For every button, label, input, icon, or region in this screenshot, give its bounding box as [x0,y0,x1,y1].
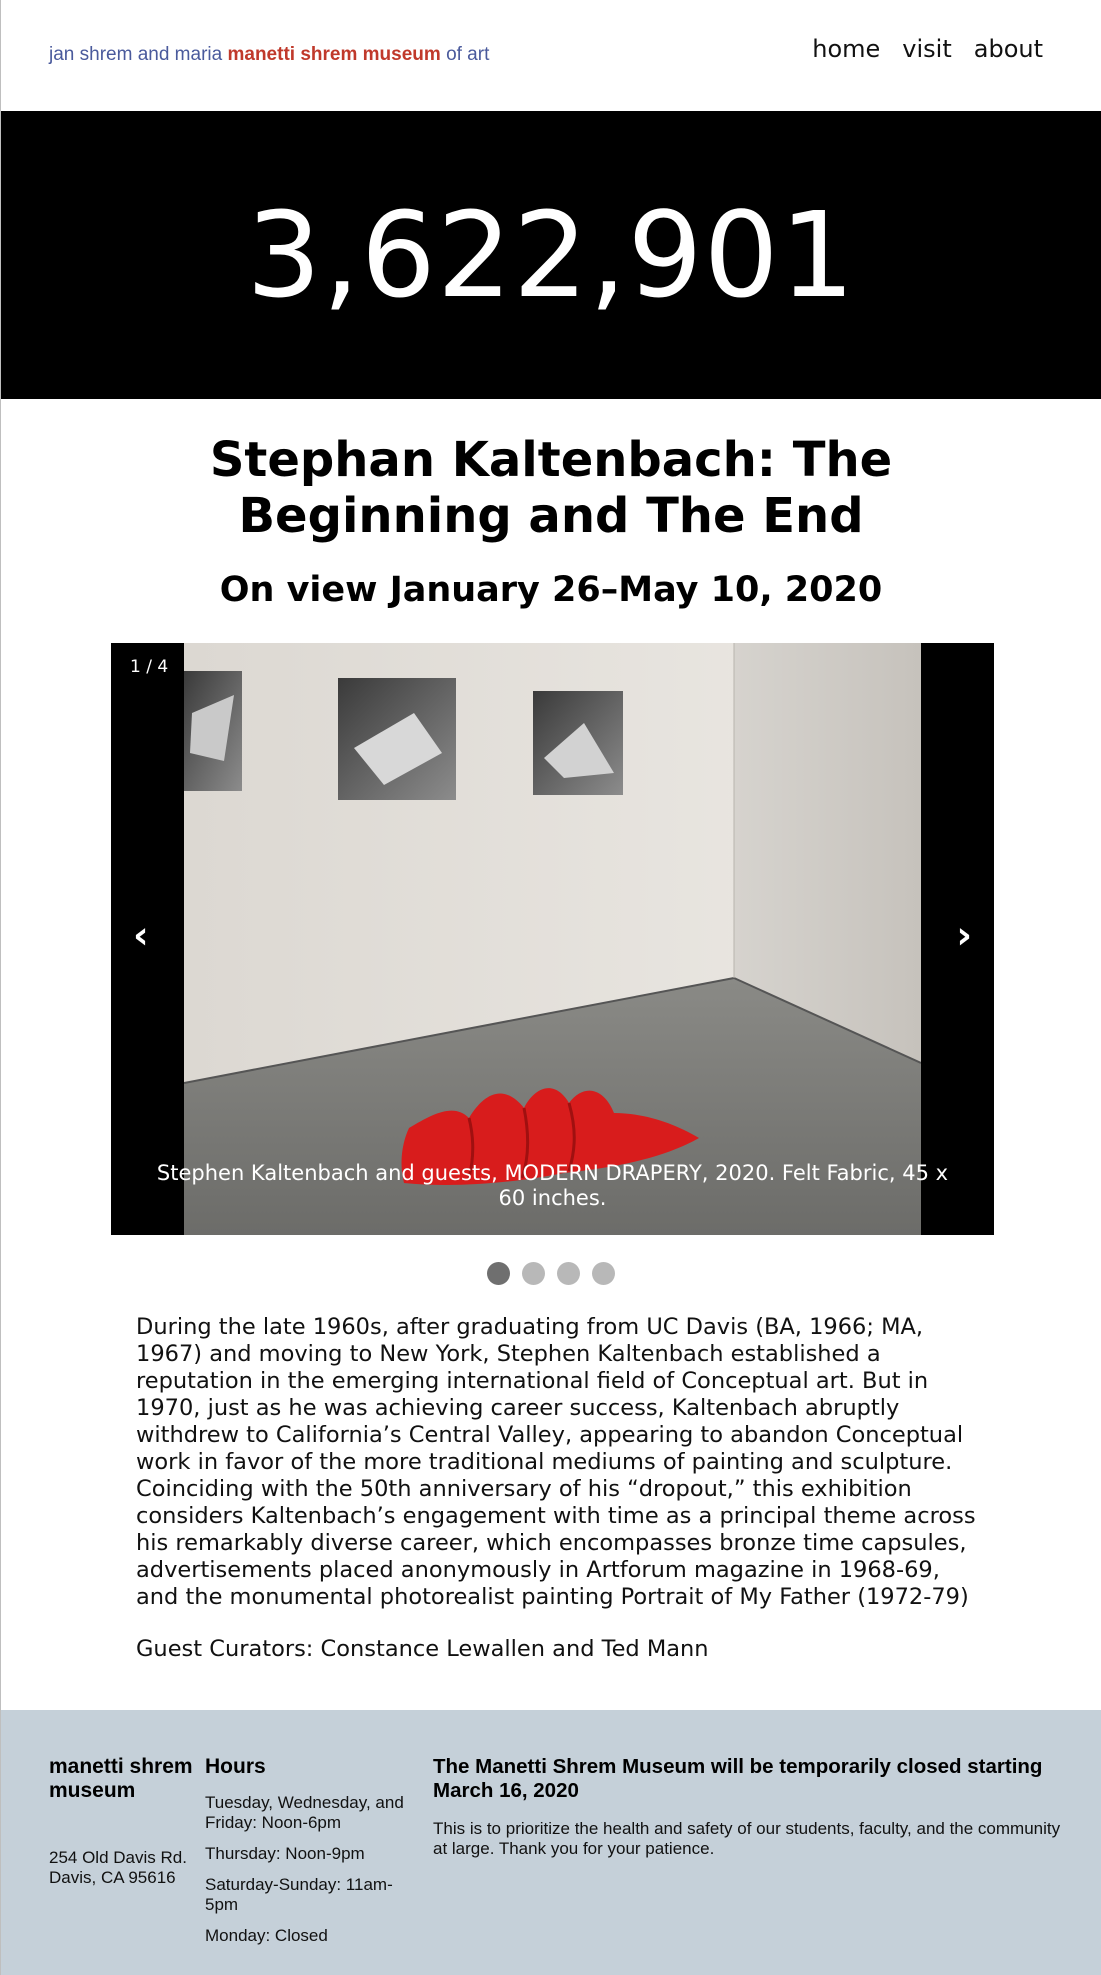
slide-counter: 1 / 4 [130,657,169,677]
hours-line: Saturday-Sunday: 11am-5pm [205,1875,393,1914]
slide-next-button[interactable]: › [956,913,972,957]
nav-visit-link[interactable]: visit [902,35,951,63]
closure-notice-title: The Manetti Shrem Museum will be tempora… [433,1755,1043,1802]
logo-brand: manetti shrem museum [227,44,441,65]
image-slideshow: 1 / 4 ‹ › Stephen Kaltenbach and guests,… [111,643,994,1235]
slide-caption: Stephen Kaltenbach and guests, MODERN DR… [156,1161,949,1210]
address-line-2: Davis, CA 95616 [49,1868,176,1887]
counter-banner: 3,622,901 [1,111,1101,399]
site-logo[interactable]: jan shrem and maria manetti shrem museum… [49,44,489,66]
closure-notice-text: This is to prioritize the health and saf… [433,1819,1061,1858]
hours-title: Hours [205,1755,266,1778]
guest-curators: Guest Curators: Constance Lewallen and T… [136,1636,709,1662]
main-nav: home visit about [812,35,1043,63]
site-header: jan shrem and maria manetti shrem museum… [1,0,1101,111]
logo-prefix: jan shrem and maria [49,44,223,65]
footer-address: 254 Old Davis Rd. Davis, CA 95616 [49,1848,199,1888]
footer-brand: manetti shrem museum [49,1755,193,1802]
slide-dot-4[interactable] [592,1262,615,1285]
slide-prev-button[interactable]: ‹ [133,913,149,957]
slide-image [184,643,921,1235]
closure-notice: The Manetti Shrem Museum will be tempora… [433,1755,1073,1859]
address-line-1: 254 Old Davis Rd. [49,1848,187,1867]
slide-dot-3[interactable] [557,1262,580,1285]
site-footer: manetti shrem museum 254 Old Davis Rd. D… [1,1710,1101,1975]
exhibition-description: During the late 1960s, after graduating … [136,1314,976,1610]
visitor-counter: 3,622,901 [246,186,856,324]
logo-suffix: of art [446,44,490,65]
footer-hours: Hours Tuesday, Wednesday, and Friday: No… [205,1755,425,1957]
nav-about-link[interactable]: about [974,35,1043,63]
nav-home-link[interactable]: home [812,35,880,63]
slide-dot-2[interactable] [522,1262,545,1285]
slide-dot-1[interactable] [487,1262,510,1285]
hours-line: Monday: Closed [205,1926,328,1945]
hours-line: Thursday: Noon-9pm [205,1844,365,1863]
exhibition-title: Stephan Kaltenbach: The Beginning and Th… [209,432,893,544]
exhibition-dates: On view January 26–May 10, 2020 [219,570,883,610]
slide-dots [1,1262,1101,1285]
hours-line: Tuesday, Wednesday, and Friday: Noon-6pm [205,1793,404,1832]
